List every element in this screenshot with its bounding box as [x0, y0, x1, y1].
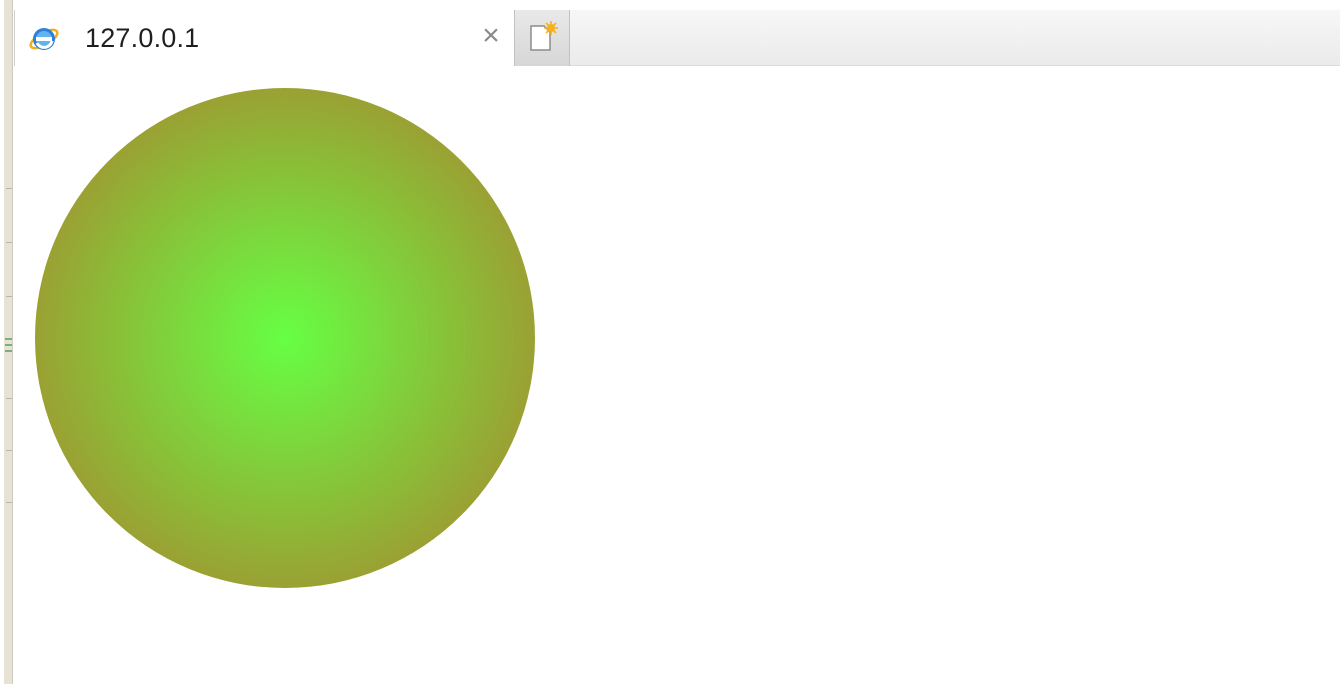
edge-notch [6, 188, 12, 189]
window-left-edge [4, 0, 13, 684]
gradient-circle [35, 88, 535, 588]
resize-grip[interactable] [5, 338, 12, 340]
new-tab-button[interactable] [514, 10, 570, 66]
browser-window: 127.0.0.1 × [0, 0, 1340, 684]
close-tab-icon[interactable]: × [477, 20, 505, 52]
tab-title: 127.0.0.1 [85, 23, 200, 53]
edge-notch [6, 398, 12, 399]
edge-notch [6, 296, 12, 297]
resize-grip[interactable] [5, 344, 12, 346]
edge-notch [6, 502, 12, 503]
edge-notch [6, 450, 12, 451]
tab-127-0-0-1[interactable]: 127.0.0.1 × [14, 10, 514, 66]
new-tab-icon [530, 21, 558, 51]
internet-explorer-icon [27, 22, 61, 56]
tab-bar: 127.0.0.1 × [14, 10, 1340, 66]
page-content [14, 66, 1340, 684]
edge-notch [6, 242, 12, 243]
resize-grip[interactable] [5, 350, 12, 352]
